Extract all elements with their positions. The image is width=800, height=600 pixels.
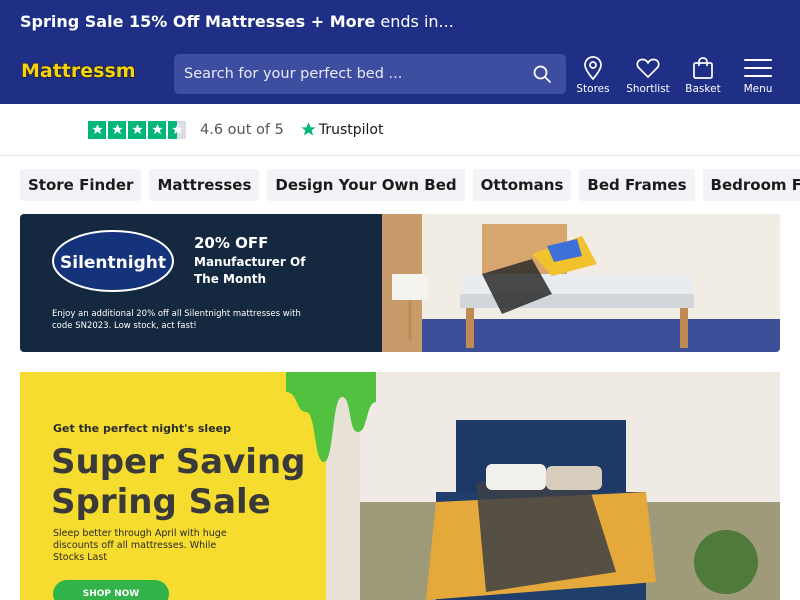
star-icon — [88, 120, 106, 139]
shortlist-button[interactable]: Shortlist — [624, 55, 672, 95]
promo-countdown: ends in... — [380, 11, 454, 31]
shop-now-button[interactable]: SHOP NOW — [53, 580, 169, 600]
location-pin-icon — [584, 56, 602, 81]
banner1-subtitle: Manufacturer Of The Month — [194, 255, 306, 286]
menu-label: Menu — [743, 83, 773, 95]
banner2-body: Sleep better through April with huge dis… — [53, 528, 227, 563]
silentnight-banner[interactable]: Silentnight 20% OFF Manufacturer Of The … — [20, 214, 780, 352]
shopping-bag-icon — [693, 57, 713, 79]
silentnight-logo-text: Silentnight — [60, 253, 166, 273]
rating-stars — [88, 120, 188, 139]
trustpilot-logo: Trustpilot — [300, 121, 384, 138]
half-star-icon — [168, 120, 186, 139]
promo-headline: Spring Sale 15% Off Mattresses + More — [20, 11, 376, 31]
star-icon — [128, 120, 146, 139]
search-input[interactable] — [184, 66, 514, 82]
basket-label: Basket — [685, 83, 721, 95]
trustpilot-bar[interactable]: 4.6 out of 5 Trustpilot — [0, 104, 800, 156]
menu-button[interactable]: Menu — [734, 55, 782, 95]
stores-button[interactable]: Stores — [569, 55, 617, 95]
promo-bar[interactable]: Spring Sale 15% Off Mattresses + More en… — [0, 0, 800, 42]
bedroom-photo — [326, 372, 780, 600]
rating-text: 4.6 out of 5 — [200, 121, 284, 138]
shortlist-label: Shortlist — [626, 83, 670, 95]
bed-illustration — [326, 372, 780, 600]
header-nav: Stores Shortlist Basket Menu — [562, 55, 782, 95]
site-header: Mattressman Stores Shortlist — [0, 42, 800, 104]
banner1-fine-print: Enjoy an additional 20% off all Silentni… — [52, 309, 301, 331]
category-bed-frames[interactable]: Bed Frames — [579, 169, 695, 201]
basket-button[interactable]: Basket — [679, 55, 727, 95]
spring-sale-banner[interactable]: Get the perfect night's sleep Super Savi… — [20, 372, 780, 600]
category-store-finder[interactable]: Store Finder — [20, 169, 142, 201]
mattressman-logo[interactable]: Mattressman — [20, 55, 136, 83]
category-ottomans[interactable]: Ottomans — [472, 169, 572, 201]
bedroom-photo — [382, 214, 780, 352]
banner2-title: Super Saving Spring Sale — [51, 442, 306, 522]
silentnight-logo: Silentnight — [52, 230, 174, 292]
category-nav: Store Finder Mattresses Design Your Own … — [0, 156, 800, 214]
category-design-your-own-bed[interactable]: Design Your Own Bed — [267, 169, 465, 201]
logo-text: Mattressman — [21, 60, 136, 82]
category-bedroom-furniture[interactable]: Bedroom Furniture — [702, 169, 800, 201]
star-icon — [148, 120, 166, 139]
trustpilot-wordmark: Trustpilot — [318, 121, 384, 138]
stores-label: Stores — [576, 83, 610, 95]
category-mattresses[interactable]: Mattresses — [149, 169, 260, 201]
hamburger-menu-icon — [744, 59, 772, 77]
search-icon[interactable] — [532, 64, 552, 84]
star-icon — [108, 120, 126, 139]
bed-illustration — [382, 214, 780, 352]
banner1-title: 20% OFF — [194, 234, 269, 252]
banner2-kicker: Get the perfect night's sleep — [53, 422, 231, 435]
trustpilot-star-icon — [301, 122, 316, 136]
heart-icon — [636, 58, 660, 78]
search-bar[interactable] — [174, 54, 566, 94]
